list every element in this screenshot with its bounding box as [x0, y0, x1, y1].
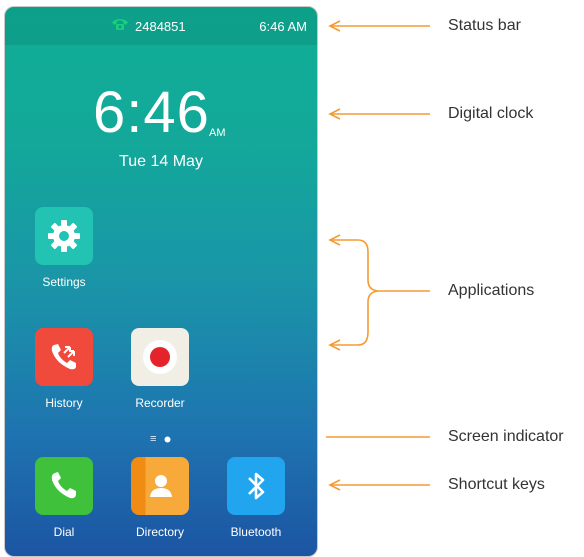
- directory-shortcut[interactable]: Directory: [120, 457, 200, 539]
- recorder-app[interactable]: Recorder: [120, 328, 200, 410]
- screen-indicator-page-2[interactable]: [164, 436, 171, 443]
- clock-date: Tue 14 May: [119, 153, 203, 170]
- dial-label: Dial: [53, 525, 75, 539]
- directory-tile[interactable]: [131, 457, 189, 515]
- callout-status-bar: Status bar: [448, 17, 521, 34]
- phone-screen: 2484851 6:46 AM 6:46 AM Tue 14 May Setti…: [4, 6, 318, 557]
- bluetooth-shortcut[interactable]: Bluetooth: [216, 457, 296, 539]
- callout-applications: Applications: [448, 282, 535, 299]
- phone-handset-icon: [112, 19, 128, 30]
- recorder-tile[interactable]: [131, 328, 189, 386]
- phone-number: 2484851: [135, 19, 186, 34]
- settings-tile[interactable]: [35, 207, 93, 265]
- callout-arrows: [326, 20, 430, 491]
- history-app[interactable]: History: [24, 328, 104, 410]
- bluetooth-icon: [248, 472, 265, 500]
- recorder-label: Recorder: [135, 396, 185, 410]
- record-icon: [143, 340, 177, 374]
- status-bar: 2484851 6:46 AM: [5, 7, 317, 45]
- gear-icon: [48, 220, 80, 252]
- digital-clock: 6:46: [93, 80, 210, 145]
- dial-tile[interactable]: [35, 457, 93, 515]
- settings-label: Settings: [42, 275, 86, 289]
- callout-screen-indicator: Screen indicator: [448, 428, 564, 445]
- screen-indicator-page-1[interactable]: ≡: [150, 433, 156, 445]
- bluetooth-label: Bluetooth: [230, 525, 282, 539]
- bluetooth-tile[interactable]: [227, 457, 285, 515]
- contact-icon: [150, 475, 172, 497]
- directory-label: Directory: [135, 525, 184, 539]
- status-time: 6:46 AM: [259, 19, 307, 34]
- missed-call-icon: [51, 344, 76, 370]
- clock-ampm: AM: [209, 127, 226, 139]
- settings-app[interactable]: Settings: [24, 207, 104, 289]
- callout-shortcut-keys: Shortcut keys: [448, 476, 545, 493]
- history-tile[interactable]: [35, 328, 93, 386]
- callout-digital-clock: Digital clock: [448, 105, 534, 122]
- phone-icon: [51, 472, 76, 499]
- dial-shortcut[interactable]: Dial: [24, 457, 104, 539]
- history-label: History: [45, 396, 83, 410]
